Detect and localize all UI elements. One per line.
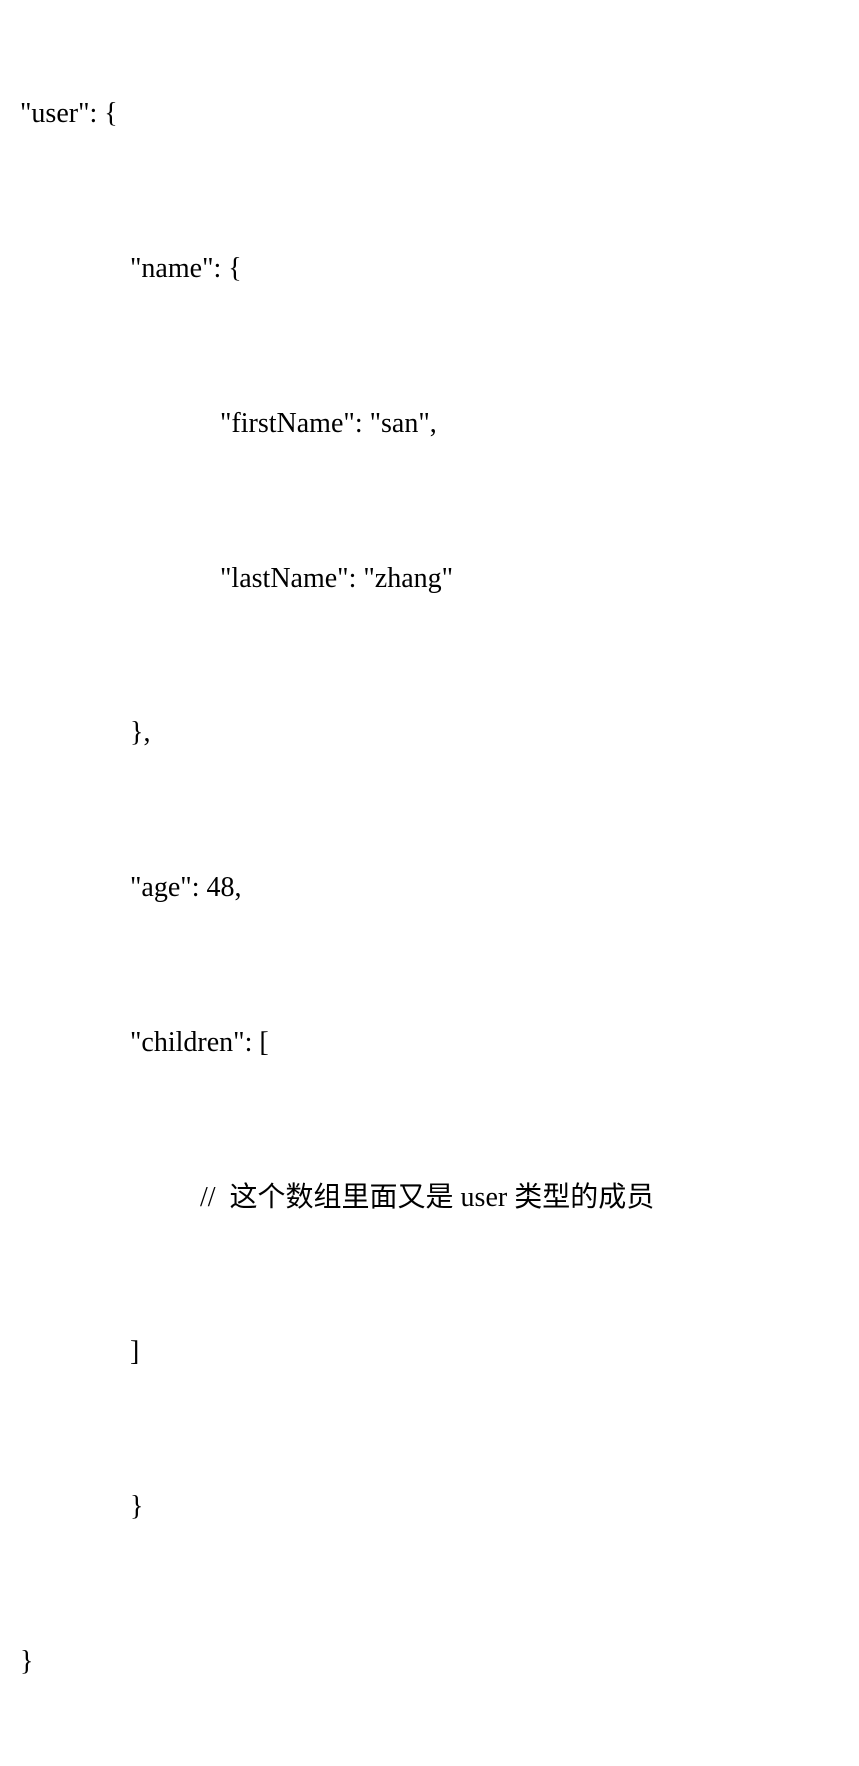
code-line-4: "lastName": "zhang" — [20, 562, 839, 596]
code-line-11: } — [20, 1645, 839, 1679]
code-comment: // 这个数组里面又是 user 类型的成员 — [20, 1181, 839, 1215]
code-line-7: "children": [ — [20, 1026, 839, 1060]
code-line-1: "user": { — [20, 97, 839, 131]
code-line-9: ] — [20, 1335, 839, 1369]
code-line-6: "age": 48, — [20, 871, 839, 905]
json-code-block: "user": { "name": { "firstName": "san", … — [20, 30, 839, 1766]
code-line-3: "firstName": "san", — [20, 407, 839, 441]
code-line-5: }, — [20, 716, 839, 750]
code-line-10: } — [20, 1490, 839, 1524]
code-line-2: "name": { — [20, 252, 839, 286]
